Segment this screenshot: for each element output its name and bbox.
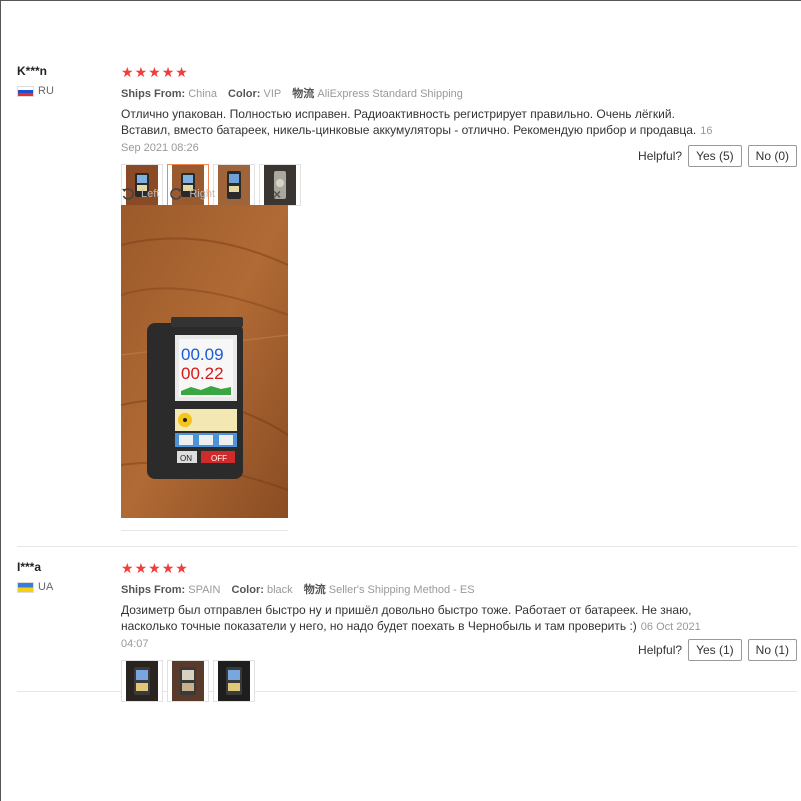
helpful-yes-button[interactable]: Yes (5) <box>688 145 742 167</box>
logistics-value: AliExpress Standard Shipping <box>317 88 463 100</box>
reviewer-name: I***a <box>17 560 42 574</box>
review-photo-thumb[interactable] <box>121 660 163 702</box>
meter-on-label: ON <box>180 454 192 463</box>
ships-from-value: China <box>188 88 217 100</box>
helpful-yes-button[interactable]: Yes (1) <box>688 639 742 661</box>
rotate-left-button[interactable]: Left <box>121 187 159 201</box>
helpful-controls: Helpful? Yes (1) No (1) <box>638 639 797 661</box>
star-icon: ★ <box>161 560 175 576</box>
country-code: RU <box>38 85 54 97</box>
star-icon: ★ <box>121 64 134 80</box>
logistics-value: Seller's Shipping Method - ES <box>328 584 475 596</box>
ukraine-flag-icon <box>17 581 34 593</box>
rotate-right-icon <box>170 188 183 200</box>
star-rating: ★ ★ ★ ★ ★ <box>121 561 797 575</box>
review-body: Отлично упакован. Полностью исправен. Ра… <box>121 107 697 137</box>
color-label: Color: <box>231 584 264 596</box>
star-icon: ★ <box>121 560 134 576</box>
review-photos <box>121 660 797 702</box>
meter-reading-1: 00.09 <box>181 345 224 364</box>
review-card: K***n RU ★ ★ ★ ★ ★ Ships From: China Col… <box>17 61 797 547</box>
helpful-controls: Helpful? Yes (5) No (0) <box>638 145 797 167</box>
star-icon: ★ <box>134 560 148 576</box>
review-body: Дозиметр был отправлен быстро ну и пришё… <box>121 603 692 633</box>
order-meta: Ships From: SPAIN Color: black 物流 Seller… <box>121 581 797 597</box>
reviewer-country: UA <box>17 581 53 593</box>
helpful-no-button[interactable]: No (0) <box>747 145 797 167</box>
star-icon: ★ <box>148 64 161 80</box>
review-text: Дозиметр был отправлен быстро ну и пришё… <box>121 602 721 652</box>
helpful-label: Helpful? <box>638 149 683 163</box>
rotate-left-label: Left <box>141 188 160 200</box>
color-label: Color: <box>228 88 261 100</box>
review-card: I***a UA ★ ★ ★ ★ ★ Ships From: SPAIN Col… <box>17 557 797 702</box>
photo-viewer-toolbar: Left Right × <box>121 185 289 203</box>
review-text: Отлично упакован. Полностью исправен. Ра… <box>121 106 721 156</box>
rotate-left-icon <box>122 188 134 200</box>
review-photo-thumb[interactable] <box>167 660 209 702</box>
logistics-label: 物流 <box>303 584 326 596</box>
color-value: black <box>266 584 293 596</box>
meter-off-label: OFF <box>211 454 227 463</box>
star-icon: ★ <box>134 64 148 80</box>
star-icon: ★ <box>175 64 188 80</box>
star-rating: ★ ★ ★ ★ ★ <box>121 65 797 79</box>
logistics-label: 物流 <box>292 88 315 100</box>
helpful-label: Helpful? <box>638 643 683 657</box>
ships-from-label: Ships From: <box>121 584 186 596</box>
rotate-right-label: Right <box>189 188 216 200</box>
meter-reading-2: 00.22 <box>181 364 224 383</box>
divider <box>121 530 288 531</box>
russia-flag-icon <box>17 85 34 97</box>
order-meta: Ships From: China Color: VIP 物流 AliExpre… <box>121 85 797 101</box>
reviewer-name: K***n <box>17 64 48 78</box>
helpful-no-button[interactable]: No (1) <box>747 639 797 661</box>
star-icon: ★ <box>161 64 175 80</box>
ships-from-label: Ships From: <box>121 88 186 100</box>
ships-from-value: SPAIN <box>188 584 221 596</box>
star-icon: ★ <box>148 560 161 576</box>
rotate-right-button[interactable]: Right <box>169 187 215 201</box>
star-icon: ★ <box>175 560 188 576</box>
close-icon[interactable]: × <box>273 186 281 202</box>
review-photo-thumb[interactable] <box>213 660 255 702</box>
reviewer-country: RU <box>17 85 54 97</box>
country-code: UA <box>38 581 54 593</box>
review-photo-large: 00.09 00.22 ON OFF <box>120 205 289 518</box>
color-value: VIP <box>263 88 282 100</box>
